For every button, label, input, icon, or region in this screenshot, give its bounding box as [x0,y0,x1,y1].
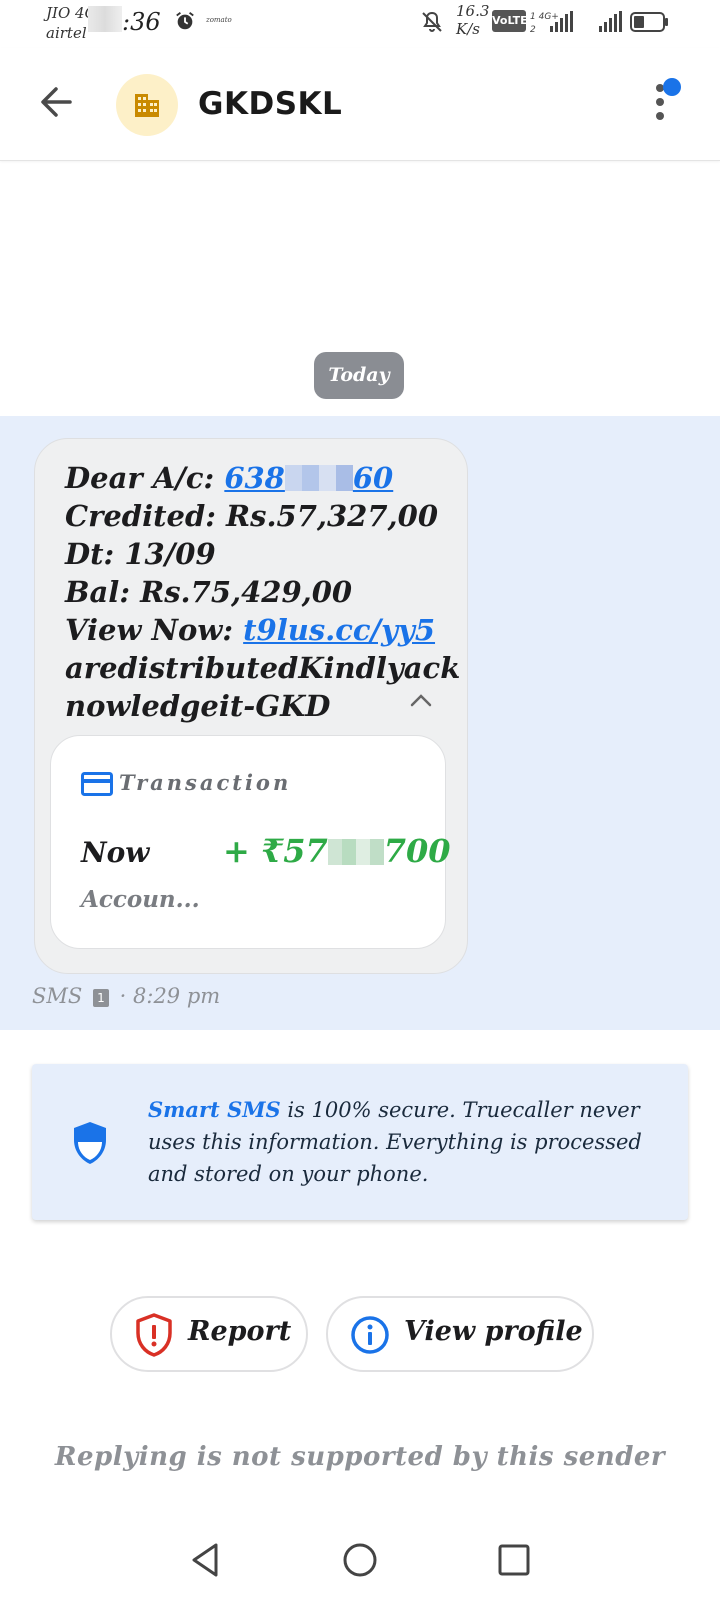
account-prefix: Dear A/c: [65,461,225,495]
message-line-6: aredistributedKindlyack [65,651,461,685]
transaction-amount: + ₹57 700 [223,832,451,870]
redacted-account-digits [284,465,353,491]
status-bar: JIO 4G airtel :36 zomato 16.3 K/s VoLTE … [0,0,720,48]
message-line-7: nowledgeit-GKD [65,689,331,723]
view-now-prefix: View Now: [65,613,244,647]
sender-title: GKDSKL [198,86,343,122]
view-now-link[interactable]: t9lus.cc/yy5 [243,613,435,647]
transaction-label: Now [81,836,150,869]
status-time: :36 [122,8,161,36]
message-time: · 8:29 pm [119,984,221,1008]
amount-suffix: 700 [383,832,451,870]
chevron-up-icon[interactable] [403,685,439,715]
back-arrow-icon[interactable] [32,78,80,126]
net-speed-value: 16.3 [456,2,490,20]
report-button[interactable]: Report [110,1296,308,1372]
notice-highlight[interactable]: Smart SMS [148,1097,281,1122]
amount-prefix: + ₹57 [223,832,328,870]
report-shield-icon [136,1313,172,1357]
app-bar: GKDSKL [0,48,720,161]
message-text: Dear A/c: 638 60 Credited: Rs.57,327,00 D… [65,459,461,725]
message-line-date: Dt: 13/09 [65,537,216,571]
account-start: 638 [224,461,285,495]
battery-icon [630,12,668,32]
avatar[interactable] [116,74,178,136]
date-chip: Today [314,352,404,399]
volte-badge: VoLTE [492,10,528,32]
message-line-account: Dear A/c: 638 60 [65,459,455,497]
transaction-card-title: Transaction [119,770,292,795]
transaction-account: Accoun... [81,886,200,913]
account-end: 60 [352,461,394,495]
nav-recents-icon[interactable] [494,1540,534,1580]
report-button-label: Report [188,1316,292,1347]
credit-card-icon [81,772,113,796]
shield-icon [74,1122,106,1164]
sim-badge: 1 [92,989,109,1007]
redacted-time-block [88,6,122,32]
account-number-link[interactable]: 638 60 [224,461,393,495]
net-speed-unit: K/s [456,20,480,38]
nav-back-icon[interactable] [186,1540,226,1580]
message-meta: SMS 1 · 8:29 pm [32,984,220,1008]
mute-icon [422,11,442,32]
smart-sms-notice: Smart SMS is 100% secure. Truecaller nev… [32,1064,688,1220]
signal-icon-secondary [599,11,622,32]
message-bubble[interactable]: Dear A/c: 638 60 Credited: Rs.57,327,00 D… [34,438,468,974]
message-type: SMS [32,984,83,1008]
signal-icon: 1 4G+ 2 [530,11,573,34]
building-icon [135,94,159,117]
view-profile-button[interactable]: View profile [326,1296,594,1372]
message-line-balance: Bal: Rs.75,429,00 [65,575,353,609]
zomato-notification-icon: zomato [206,16,232,24]
message-line-credited: Credited: Rs.57,327,00 [65,499,438,533]
notice-text: Smart SMS is 100% secure. Truecaller nev… [148,1094,658,1190]
info-icon [351,1316,389,1354]
message-line-view: View Now: t9lus.cc/yy5 [65,611,455,649]
svg-text:1 4G+: 1 4G+ [530,12,559,22]
more-options-icon[interactable] [656,78,700,126]
transaction-card[interactable]: Transaction Now + ₹57 700 Accoun... [50,735,451,949]
nav-home-icon[interactable] [340,1540,380,1580]
alarm-icon [176,12,194,30]
redacted-amount-digits [327,839,384,865]
message-area: Dear A/c: 638 60 Credited: Rs.57,327,00 D… [0,416,720,1030]
reply-not-supported-note: Replying is not supported by this sender [54,1442,666,1472]
view-profile-button-label: View profile [404,1316,583,1347]
svg-text:2: 2 [530,25,536,34]
carrier-secondary: airtel [46,24,87,42]
